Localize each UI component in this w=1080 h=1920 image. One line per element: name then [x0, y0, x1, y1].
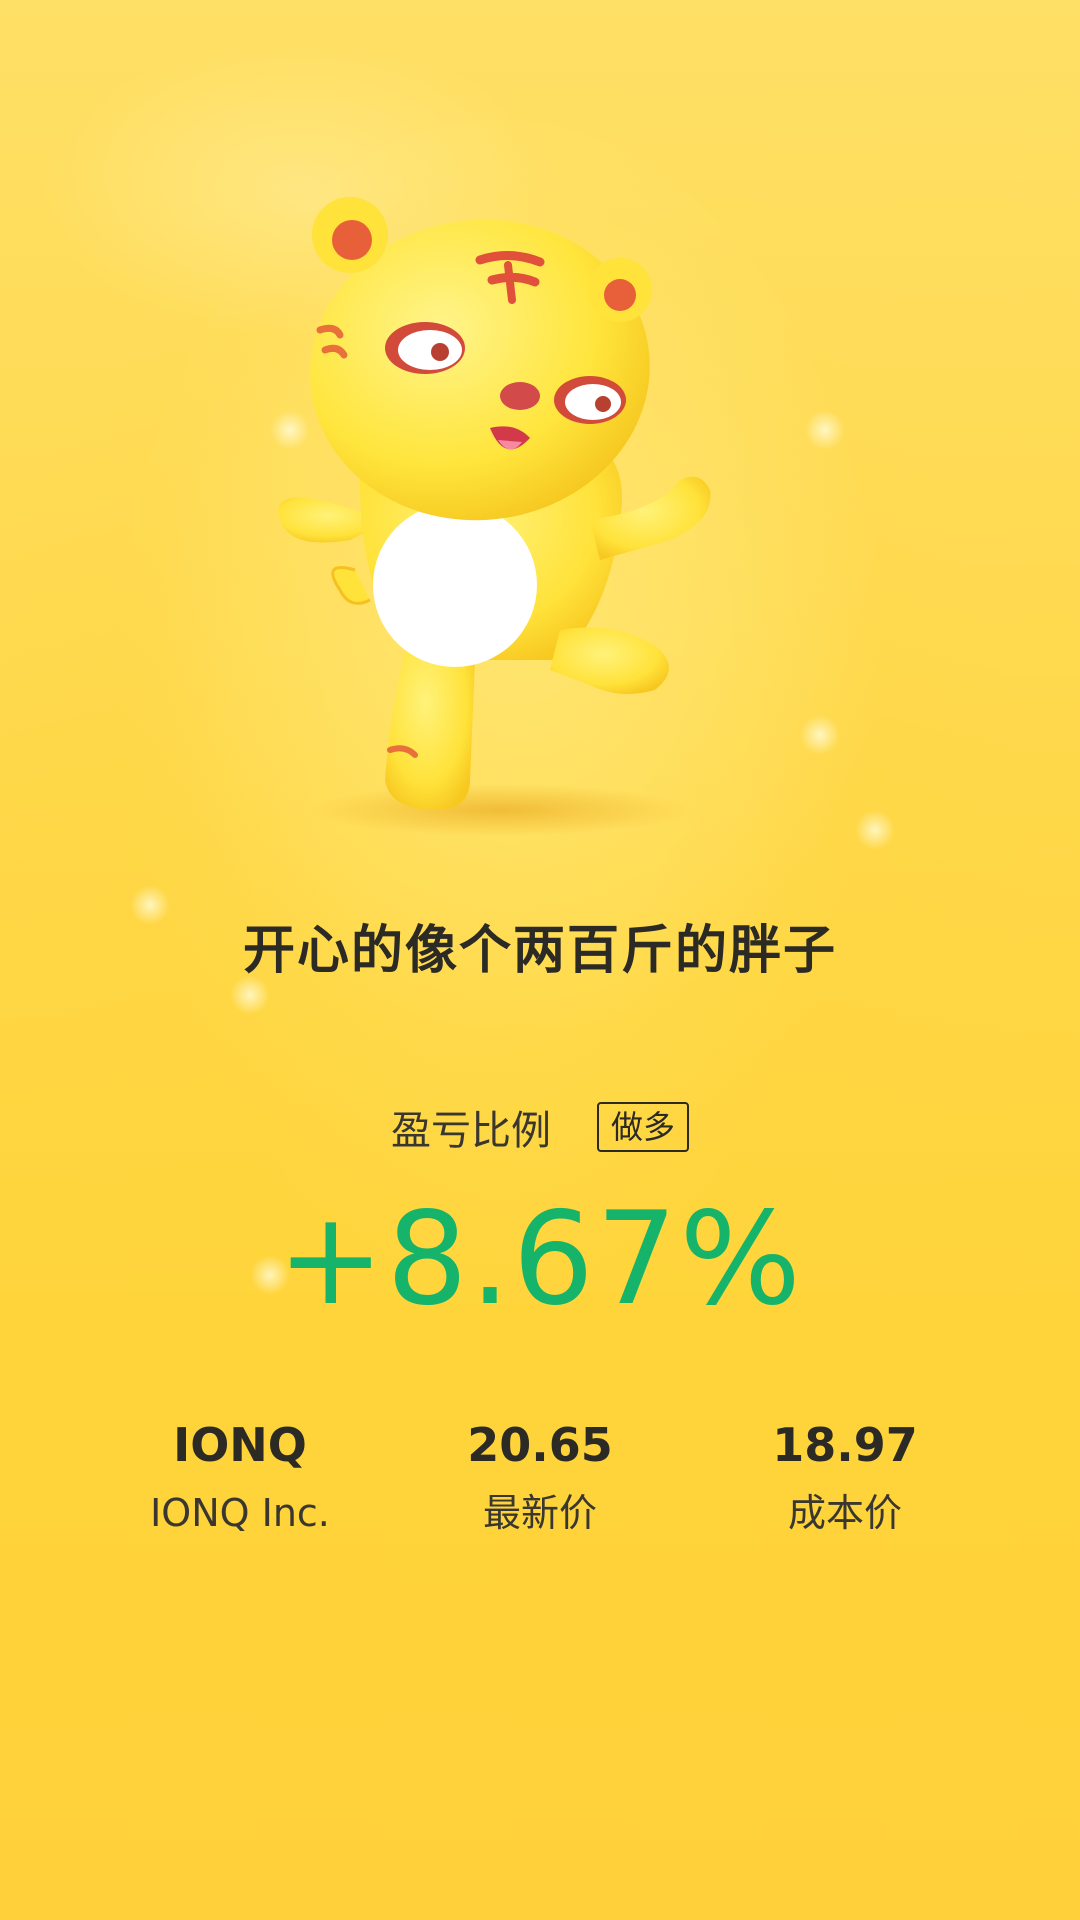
- sparkle: [805, 410, 845, 450]
- mood-headline: 开心的像个两百斤的胖子: [242, 921, 837, 981]
- latest-price-label: 最新价: [482, 1491, 597, 1535]
- profit-ratio-label: 盈亏比例: [390, 1108, 551, 1154]
- latest-price-value: 20.65: [467, 1418, 613, 1472]
- sparkle: [855, 810, 895, 850]
- cost-price-info: 18.97 成本价: [695, 1415, 995, 1537]
- stock-symbol: IONQ: [173, 1418, 307, 1472]
- stock-info: IONQ IONQ Inc.: [90, 1415, 390, 1537]
- profit-percentage: +8.67%: [277, 1185, 803, 1334]
- stock-name: IONQ Inc.: [150, 1491, 330, 1535]
- profit-ratio-row: 盈亏比例 做多: [0, 1098, 1080, 1156]
- tiger-mascot-illustration: [278, 197, 711, 836]
- cost-price-value: 18.97: [772, 1418, 918, 1472]
- latest-price-info: 20.65 最新价: [390, 1415, 690, 1537]
- sparkle: [800, 715, 840, 755]
- position-direction-badge: 做多: [596, 1102, 689, 1152]
- cost-price-label: 成本价: [787, 1491, 902, 1535]
